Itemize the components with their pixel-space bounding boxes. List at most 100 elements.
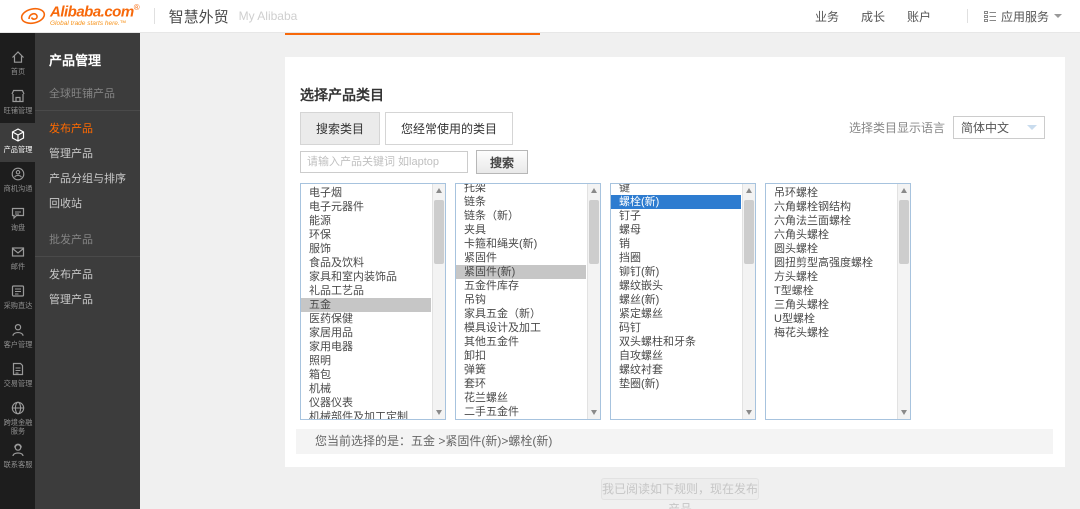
scrollbar[interactable] — [897, 184, 910, 419]
sidebar-item[interactable]: 首页 — [0, 45, 35, 84]
category-option[interactable]: 钉子 — [611, 209, 741, 223]
scroll-up-icon[interactable] — [746, 188, 752, 193]
category-option[interactable]: 电子元器件 — [301, 200, 431, 214]
category-option[interactable]: 卸扣 — [456, 349, 586, 363]
category-option[interactable]: 挡圈 — [611, 251, 741, 265]
category-option[interactable]: 卡箍和绳夹(新) — [456, 237, 586, 251]
category-option[interactable]: 家具和室内装饰品 — [301, 270, 431, 284]
alibaba-logo[interactable]: Alibaba.com® Global trade starts here.™ — [20, 4, 140, 28]
scroll-down-icon[interactable] — [591, 410, 597, 415]
category-option[interactable]: 环保 — [301, 228, 431, 242]
category-tab[interactable]: 您经常使用的类目 — [385, 112, 513, 145]
category-listbox[interactable]: 键 螺栓(新) 钉子 螺母 销 挡圈 铆钉(新) 螺纹嵌头 — [610, 183, 756, 420]
category-option[interactable]: 礼品工艺品 — [301, 284, 431, 298]
scroll-down-icon[interactable] — [901, 410, 907, 415]
category-option[interactable]: 螺纹衬套 — [611, 363, 741, 377]
header-nav-item[interactable]: 成长 — [861, 8, 885, 25]
category-option[interactable]: 双头螺柱和牙条 — [611, 335, 741, 349]
product-menu-item[interactable]: 发布产品 — [35, 257, 140, 286]
category-option[interactable]: 箱包 — [301, 368, 431, 382]
scrollbar[interactable] — [432, 184, 445, 419]
category-listbox[interactable]: 托架 链条 链条（新） 夹具 卡箍和绳夹(新) 紧固件 紧固件(新) 五金件库 — [455, 183, 601, 420]
category-option[interactable]: 梅花头螺栓 — [766, 326, 896, 340]
category-option[interactable]: 照明 — [301, 354, 431, 368]
category-option[interactable]: 托架 — [456, 183, 586, 195]
sidebar-item[interactable]: 询盘 — [0, 201, 35, 240]
category-option[interactable]: 弹簧 — [456, 363, 586, 377]
category-option[interactable]: 键 — [611, 183, 741, 195]
category-option[interactable]: 自攻螺丝 — [611, 349, 741, 363]
category-option[interactable]: 紧固件 — [456, 251, 586, 265]
category-option[interactable]: 螺丝(新) — [611, 293, 741, 307]
category-option[interactable]: 圆扭剪型高强度螺栓 — [766, 256, 896, 270]
category-option[interactable]: 家用电器 — [301, 340, 431, 354]
scroll-down-icon[interactable] — [436, 410, 442, 415]
category-option[interactable]: 螺母 — [611, 223, 741, 237]
product-menu-item[interactable]: 发布产品 — [35, 111, 140, 140]
sidebar-item[interactable]: 产品管理 — [0, 123, 35, 162]
category-option[interactable]: 机械部件及加工定制 — [301, 410, 431, 420]
category-option[interactable]: 紧固件(新) — [456, 265, 586, 279]
category-option[interactable]: 六角法兰面螺栓 — [766, 214, 896, 228]
category-option[interactable]: 方头螺栓 — [766, 270, 896, 284]
category-option[interactable]: 模具设计及加工 — [456, 321, 586, 335]
category-listbox[interactable]: 吊环螺栓 六角螺栓钢结构 六角法兰面螺栓 六角头螺栓 圆头螺栓 圆扭剪型高强度螺… — [765, 183, 911, 420]
category-option[interactable]: 圆头螺栓 — [766, 242, 896, 256]
category-option[interactable]: U型螺栓 — [766, 312, 896, 326]
product-menu-item[interactable]: 回收站 — [35, 190, 140, 215]
product-menu-item[interactable]: 管理产品 — [35, 140, 140, 165]
scroll-down-icon[interactable] — [746, 410, 752, 415]
sidebar-item[interactable]: 联系客服 — [0, 438, 35, 477]
category-listbox[interactable]: 电子烟 电子元器件 能源 环保 服饰 食品及饮料 家具和室内装饰品 礼品工艺品 — [300, 183, 446, 420]
sidebar-item[interactable]: 邮件 — [0, 240, 35, 279]
category-option[interactable]: 服饰 — [301, 242, 431, 256]
category-option[interactable]: 紧定螺丝 — [611, 307, 741, 321]
category-option[interactable]: 铆钉(新) — [611, 265, 741, 279]
sidebar-item[interactable]: 跨境金融服务 — [0, 396, 35, 438]
category-option[interactable]: 套环 — [456, 377, 586, 391]
scroll-up-icon[interactable] — [901, 188, 907, 193]
category-option[interactable]: 五金件库存 — [456, 279, 586, 293]
search-button[interactable]: 搜索 — [476, 150, 528, 174]
sidebar-item[interactable]: 客户管理 — [0, 318, 35, 357]
category-option[interactable]: 吊钩 — [456, 293, 586, 307]
sidebar-item[interactable]: 旺铺管理 — [0, 84, 35, 123]
product-menu-item[interactable]: 产品分组与排序 — [35, 165, 140, 190]
category-option[interactable]: 三角头螺栓 — [766, 298, 896, 312]
product-menu-item[interactable]: 管理产品 — [35, 286, 140, 311]
category-option[interactable]: 家居用品 — [301, 326, 431, 340]
category-option[interactable]: 能源 — [301, 214, 431, 228]
category-option[interactable]: 花兰螺丝 — [456, 391, 586, 405]
category-option[interactable]: 六角头螺栓 — [766, 228, 896, 242]
category-option[interactable]: 食品及饮料 — [301, 256, 431, 270]
app-services-button[interactable]: 应用服务 — [984, 8, 1062, 25]
scrollbar-thumb[interactable] — [589, 200, 599, 264]
category-option[interactable]: 销 — [611, 237, 741, 251]
sidebar-item[interactable]: 商机沟通 — [0, 162, 35, 201]
scrollbar[interactable] — [587, 184, 600, 419]
scrollbar-thumb[interactable] — [744, 200, 754, 264]
scrollbar-thumb[interactable] — [434, 200, 444, 264]
category-option[interactable]: 吊环螺栓 — [766, 186, 896, 200]
category-option[interactable]: 仪器仪表 — [301, 396, 431, 410]
category-option[interactable]: 机械 — [301, 382, 431, 396]
category-option[interactable]: 五金 — [301, 298, 431, 312]
language-dropdown[interactable]: 简体中文 — [953, 116, 1045, 139]
category-option[interactable]: 其他五金件 — [456, 335, 586, 349]
category-option[interactable]: 链条 — [456, 195, 586, 209]
scroll-up-icon[interactable] — [591, 188, 597, 193]
header-nav-item[interactable]: 业务 — [815, 8, 839, 25]
category-tab[interactable]: 搜索类目 — [300, 112, 380, 145]
header-nav-item[interactable]: 账户 — [907, 8, 931, 25]
scroll-up-icon[interactable] — [436, 188, 442, 193]
category-option[interactable]: 螺栓(新) — [611, 195, 741, 209]
category-option[interactable]: 医药保健 — [301, 312, 431, 326]
scrollbar[interactable] — [742, 184, 755, 419]
category-option[interactable]: 二手五金件 — [456, 405, 586, 419]
scrollbar-thumb[interactable] — [899, 200, 909, 264]
publish-product-button[interactable]: 我已阅读如下规则，现在发布产品 — [601, 478, 759, 500]
sidebar-item[interactable]: 交易管理 — [0, 357, 35, 396]
category-option[interactable]: 垫圈(新) — [611, 377, 741, 391]
category-option[interactable]: 码钉 — [611, 321, 741, 335]
category-option[interactable]: 链条（新） — [456, 209, 586, 223]
